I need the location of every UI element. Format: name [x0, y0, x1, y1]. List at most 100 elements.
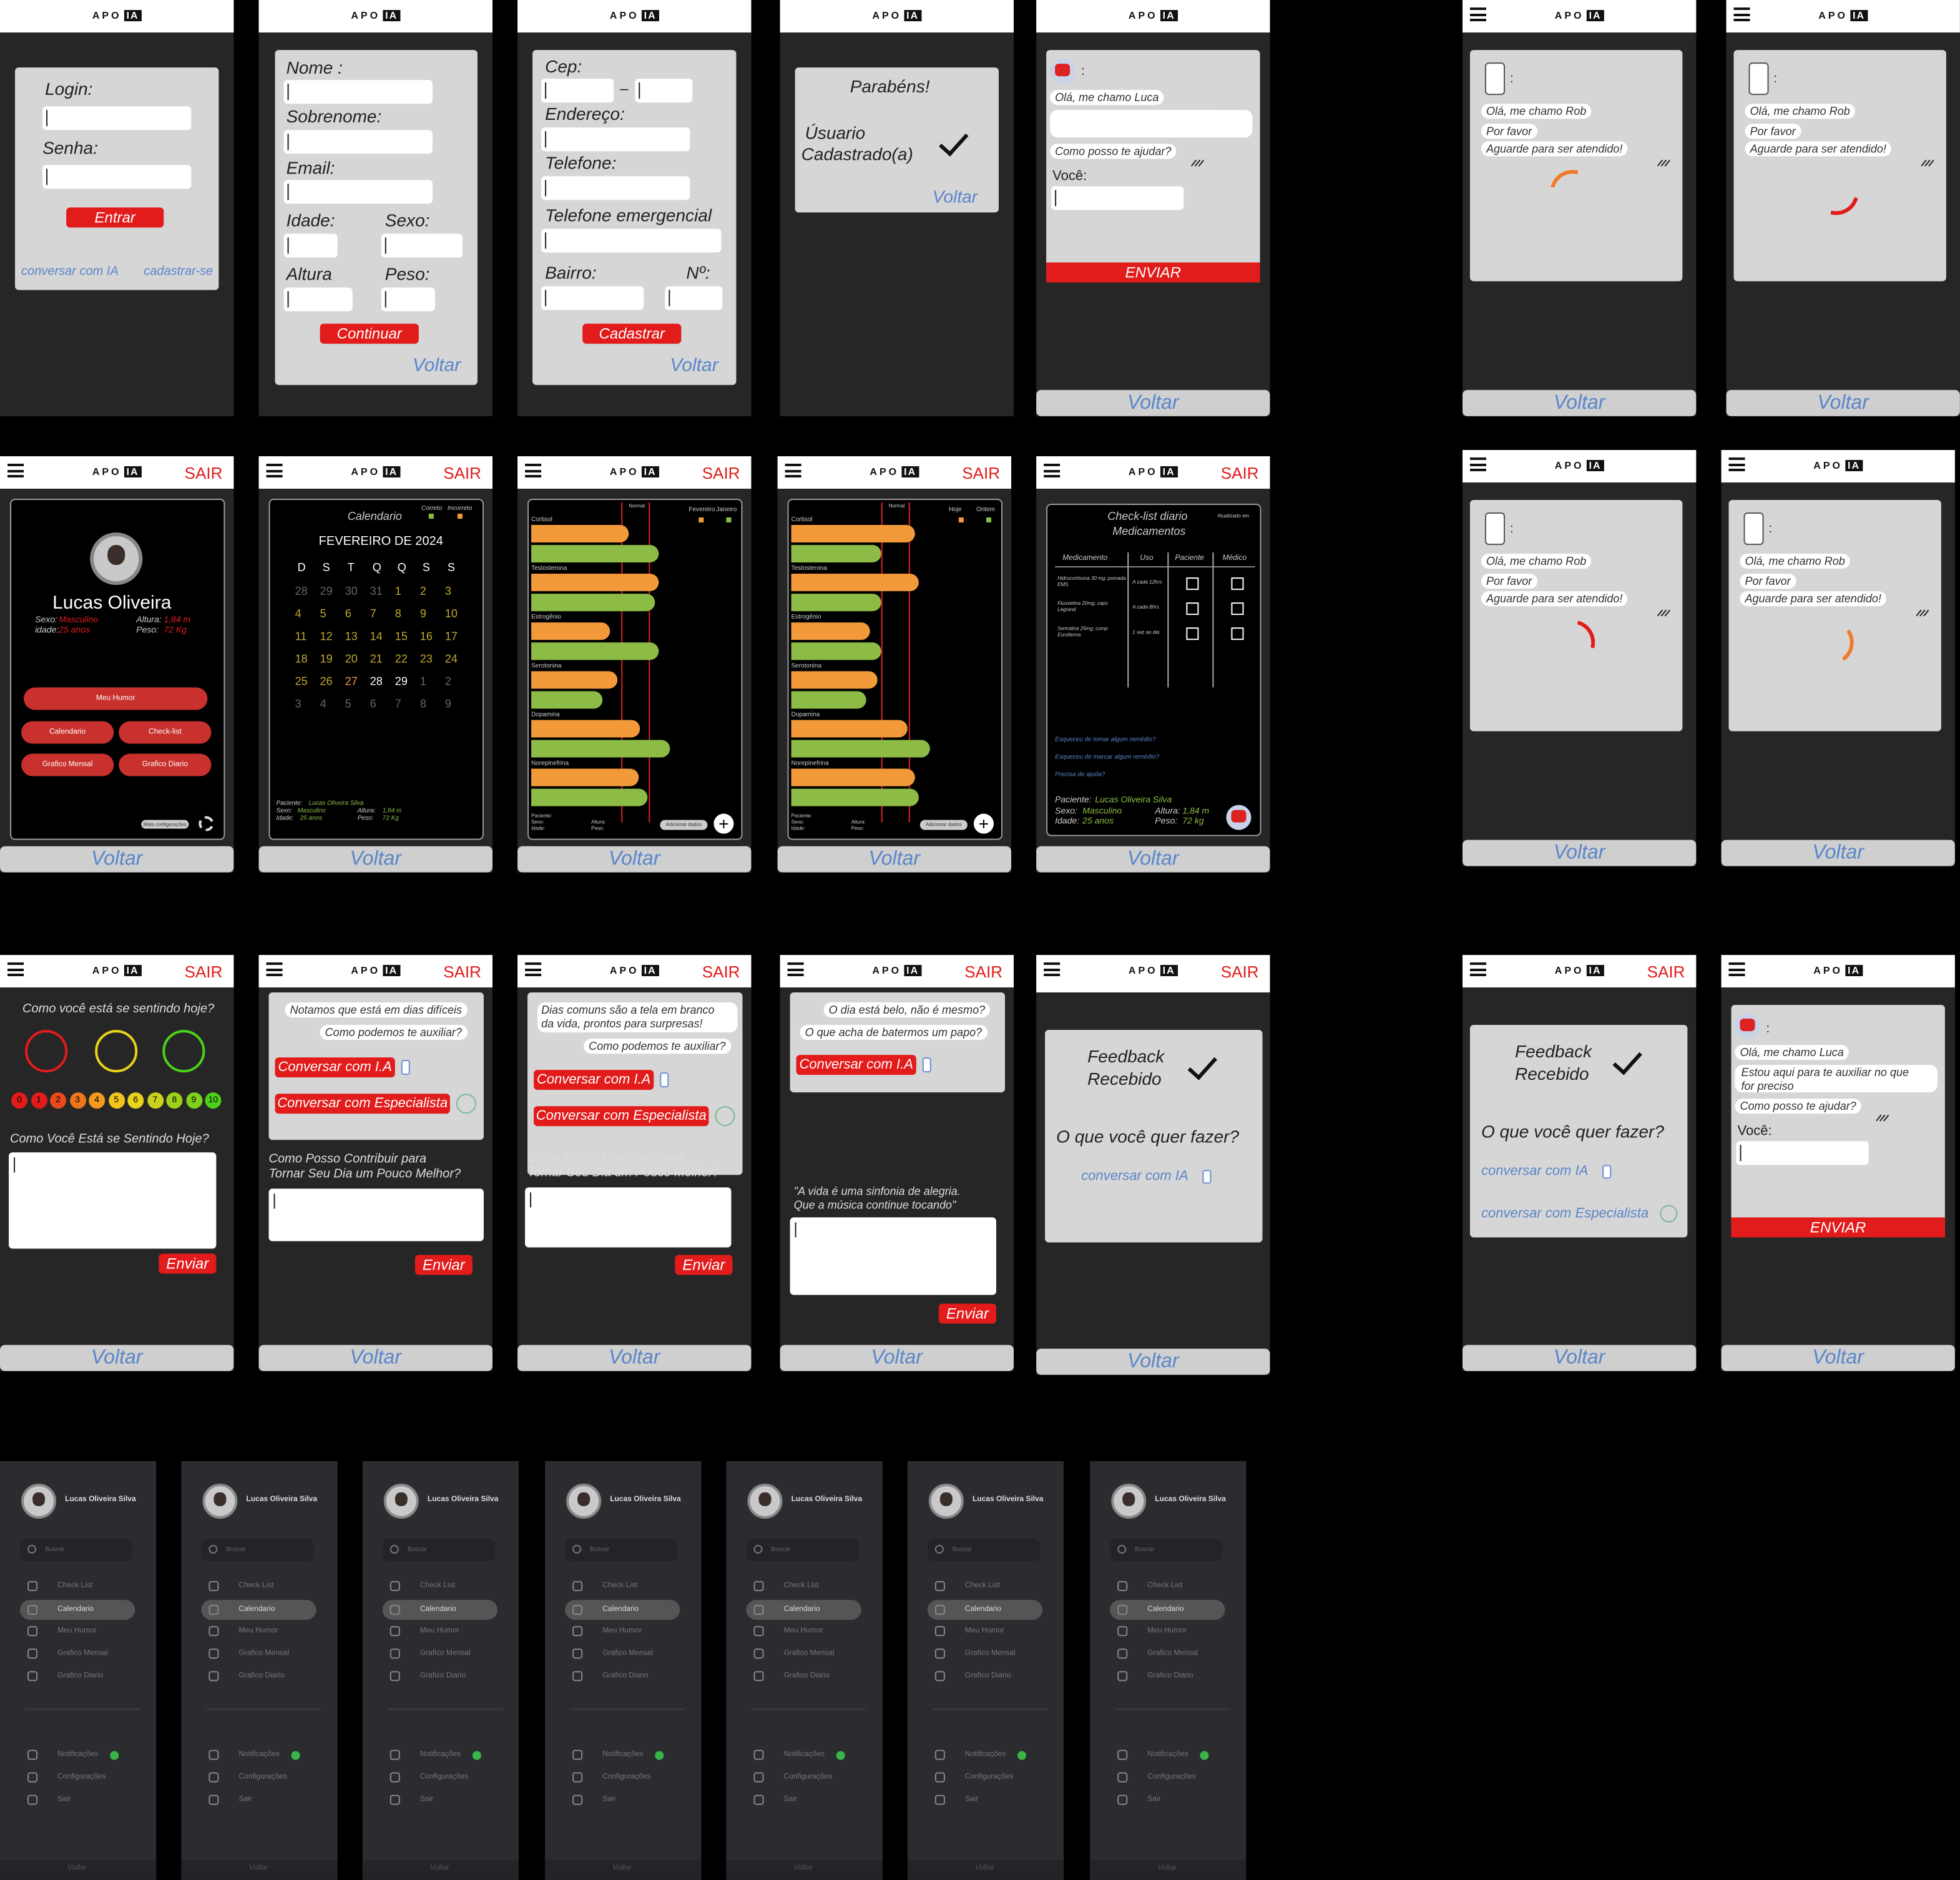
emergency-phone-input[interactable]	[541, 228, 722, 253]
menu-bottom-2[interactable]: Sair	[565, 1794, 680, 1809]
chat-ia-link[interactable]: conversar com IA	[21, 265, 119, 279]
height-input[interactable]	[283, 287, 353, 311]
mood-scale-10[interactable]: 10	[205, 1092, 222, 1109]
back-button[interactable]: Voltar	[517, 846, 752, 873]
chat-input[interactable]	[1051, 186, 1184, 210]
mood-button[interactable]: Meu Humor	[24, 687, 208, 710]
menu-bottom-1[interactable]: Configurações	[746, 1771, 861, 1786]
back-button[interactable]: Voltar	[1462, 389, 1697, 416]
register-button[interactable]: Cadastrar	[582, 323, 682, 344]
back-button[interactable]: Voltar	[181, 1859, 338, 1880]
menu-item-check-list[interactable]: Check List	[201, 1580, 316, 1595]
menu-item-check-list[interactable]: Check List	[1110, 1580, 1225, 1595]
patient-checkbox[interactable]	[1186, 602, 1199, 615]
back-button[interactable]: Voltar	[1462, 840, 1697, 866]
menu-item-grafico-mensal[interactable]: Grafico Mensal	[565, 1647, 680, 1662]
back-button[interactable]: Voltar	[1721, 840, 1955, 866]
menu-item-grafico-diario[interactable]: Grafico Diario	[20, 1670, 135, 1685]
email-field[interactable]	[283, 180, 433, 204]
back-button[interactable]: Voltar	[258, 846, 492, 873]
monthly-chart-button[interactable]: Grafico Mensal	[21, 753, 114, 776]
district-input[interactable]	[541, 286, 644, 310]
surname-input[interactable]	[283, 130, 433, 154]
back-link[interactable]: Voltar	[933, 186, 978, 206]
menu-item-check-list[interactable]: Check List	[565, 1580, 680, 1595]
menu-icon[interactable]	[1044, 962, 1061, 976]
doctor-checkbox[interactable]	[1231, 577, 1244, 590]
logout-button[interactable]: SAIR	[185, 962, 223, 981]
menu-bottom-2[interactable]: Sair	[20, 1794, 135, 1809]
menu-item-grafico-diario[interactable]: Grafico Diario	[1110, 1670, 1225, 1685]
menu-item-grafico-diario[interactable]: Grafico Diario	[928, 1670, 1042, 1685]
add-data-button[interactable]: Adicionar dados	[660, 820, 708, 830]
menu-bottom-2[interactable]: Sair	[201, 1794, 316, 1809]
logout-button[interactable]: SAIR	[443, 962, 481, 981]
menu-item-calendario[interactable]: Calendario	[927, 1600, 1043, 1620]
logout-button[interactable]: SAIR	[962, 464, 1000, 482]
feedback-textarea[interactable]	[268, 1188, 484, 1241]
patient-checkbox[interactable]	[1186, 627, 1199, 640]
menu-bottom-0[interactable]: Notificações	[201, 1748, 316, 1763]
phone-input[interactable]	[541, 176, 690, 200]
menu-icon[interactable]	[1728, 962, 1745, 976]
menu-item-check-list[interactable]: Check List	[20, 1580, 135, 1595]
add-data-button[interactable]: Adicionar dados	[919, 820, 968, 830]
menu-bottom-2[interactable]: Sair	[928, 1794, 1042, 1809]
back-button[interactable]: Voltar	[1036, 1348, 1270, 1375]
back-button[interactable]: Voltar	[517, 1344, 752, 1371]
chat-input[interactable]	[1736, 1141, 1869, 1165]
menu-item-grafico-mensal[interactable]: Grafico Mensal	[928, 1647, 1042, 1662]
menu-item-calendario[interactable]: Calendario	[382, 1600, 497, 1620]
menu-bottom-0[interactable]: Notificações	[746, 1748, 861, 1763]
menu-item-meu-humor[interactable]: Meu Humor	[20, 1625, 135, 1640]
feedback-textarea[interactable]	[790, 1217, 996, 1295]
back-button[interactable]: Voltar	[0, 846, 234, 873]
logout-button[interactable]: SAIR	[1647, 962, 1685, 981]
chat-ia-link[interactable]: conversar com IA	[1081, 1168, 1188, 1183]
back-button[interactable]: Voltar	[1462, 1344, 1697, 1371]
back-button[interactable]: Voltar	[780, 1344, 1014, 1371]
menu-bottom-1[interactable]: Configurações	[565, 1771, 680, 1786]
password-input[interactable]	[42, 165, 192, 189]
address-input[interactable]	[541, 127, 690, 152]
logout-button[interactable]: SAIR	[702, 962, 740, 981]
calendar-button[interactable]: Calendario	[21, 721, 114, 744]
search-input[interactable]: Buscar	[1110, 1539, 1223, 1562]
menu-icon[interactable]	[1733, 7, 1750, 22]
add-icon[interactable]: +	[973, 813, 994, 834]
name-input[interactable]	[283, 80, 433, 104]
menu-item-check-list[interactable]: Check List	[928, 1580, 1042, 1595]
menu-bottom-2[interactable]: Sair	[383, 1794, 497, 1809]
menu-item-meu-humor[interactable]: Meu Humor	[746, 1625, 861, 1640]
logout-button[interactable]: SAIR	[964, 962, 1002, 981]
chat-ia-button[interactable]: Conversar com I.A	[275, 1057, 395, 1078]
menu-item-meu-humor[interactable]: Meu Humor	[565, 1625, 680, 1640]
back-button[interactable]: Voltar	[0, 1344, 234, 1371]
chat-ia-button[interactable]: Conversar com I.A	[534, 1070, 654, 1090]
send-button[interactable]: ENVIAR	[1731, 1217, 1945, 1238]
mood-scale-3[interactable]: 3	[69, 1092, 86, 1109]
mood-scale-1[interactable]: 1	[31, 1092, 47, 1109]
menu-item-check-list[interactable]: Check List	[383, 1580, 497, 1595]
menu-item-calendario[interactable]: Calendario	[201, 1600, 316, 1620]
menu-item-grafico-diario[interactable]: Grafico Diario	[565, 1670, 680, 1685]
menu-item-grafico-mensal[interactable]: Grafico Mensal	[1110, 1647, 1225, 1662]
back-link[interactable]: Voltar	[670, 355, 718, 376]
mood-textarea[interactable]	[9, 1152, 217, 1249]
sad-face-icon[interactable]	[25, 1030, 68, 1073]
menu-bottom-1[interactable]: Configurações	[201, 1771, 316, 1786]
neutral-face-icon[interactable]	[95, 1030, 138, 1073]
menu-item-grafico-mensal[interactable]: Grafico Mensal	[20, 1647, 135, 1662]
menu-item-meu-humor[interactable]: Meu Humor	[928, 1625, 1042, 1640]
chat-specialist-button[interactable]: Conversar com Especialista	[275, 1094, 450, 1114]
search-input[interactable]: Buscar	[746, 1539, 859, 1562]
logout-button[interactable]: SAIR	[1221, 464, 1259, 482]
menu-bottom-2[interactable]: Sair	[746, 1794, 861, 1809]
menu-item-grafico-diario[interactable]: Grafico Diario	[383, 1670, 497, 1685]
menu-item-calendario[interactable]: Calendario	[746, 1600, 861, 1620]
more-settings-button[interactable]: Mais configurações	[141, 820, 189, 829]
menu-icon[interactable]	[266, 962, 283, 976]
gear-icon[interactable]	[198, 816, 214, 831]
back-button[interactable]: Voltar	[1036, 846, 1270, 873]
search-input[interactable]: Buscar	[20, 1539, 133, 1562]
